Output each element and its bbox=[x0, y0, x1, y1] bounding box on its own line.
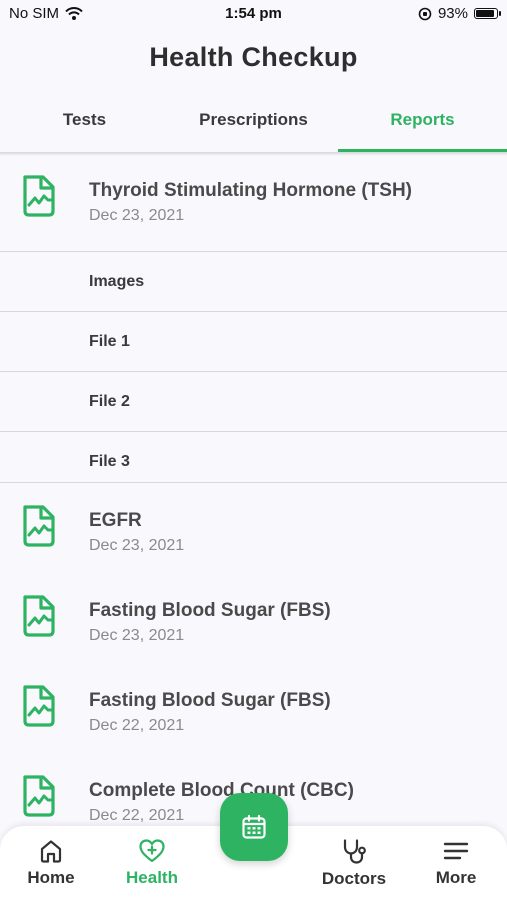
segment-tabs: Tests Prescriptions Reports bbox=[0, 94, 507, 152]
nav-home-label: Home bbox=[27, 868, 75, 887]
report-date: Dec 23, 2021 bbox=[89, 207, 185, 224]
tab-prescriptions[interactable]: Prescriptions bbox=[169, 94, 338, 152]
home-icon bbox=[40, 840, 62, 863]
report-title: Thyroid Stimulating Hormone (TSH) bbox=[89, 180, 412, 201]
orientation-lock-icon bbox=[418, 7, 432, 20]
document-report-icon bbox=[23, 775, 55, 817]
attachment-file-label: File 3 bbox=[89, 453, 130, 470]
tab-reports[interactable]: Reports bbox=[338, 94, 507, 152]
document-report-icon bbox=[23, 505, 55, 547]
status-right: 93% bbox=[418, 5, 501, 22]
stethoscope-icon bbox=[343, 839, 366, 864]
battery-fill bbox=[476, 10, 494, 17]
report-item[interactable]: EGFR Dec 23, 2021 bbox=[0, 490, 507, 580]
report-date: Dec 23, 2021 bbox=[89, 627, 185, 644]
calendar-icon bbox=[242, 814, 266, 839]
attachments-header: Images bbox=[0, 251, 507, 312]
status-bar: No SIM 1:54 pm 93% bbox=[0, 0, 507, 28]
nav-doctors[interactable]: Doctors bbox=[309, 838, 399, 889]
attachment-file-label: File 1 bbox=[89, 333, 130, 350]
heart-plus-icon bbox=[139, 839, 165, 863]
attachment-file[interactable]: File 2 bbox=[0, 371, 507, 432]
report-date: Dec 22, 2021 bbox=[89, 717, 185, 734]
nav-home[interactable]: Home bbox=[6, 838, 96, 888]
nav-more[interactable]: More bbox=[411, 838, 501, 888]
document-report-icon bbox=[23, 175, 55, 217]
page-title: Health Checkup bbox=[149, 42, 358, 72]
report-date: Dec 22, 2021 bbox=[89, 807, 185, 824]
report-item[interactable]: Fasting Blood Sugar (FBS) Dec 23, 2021 bbox=[0, 580, 507, 670]
document-report-icon bbox=[23, 685, 55, 727]
attachment-file-label: File 2 bbox=[89, 393, 130, 410]
nav-doctors-label: Doctors bbox=[321, 869, 387, 888]
tab-tests[interactable]: Tests bbox=[0, 94, 169, 152]
battery-percent: 93% bbox=[437, 5, 468, 22]
report-date: Dec 23, 2021 bbox=[89, 537, 185, 554]
nav-more-label: More bbox=[435, 868, 477, 887]
report-item[interactable]: Fasting Blood Sugar (FBS) Dec 22, 2021 bbox=[0, 670, 507, 760]
report-item[interactable]: Thyroid Stimulating Hormone (TSH) Dec 23… bbox=[0, 160, 507, 250]
tabs-divider bbox=[0, 152, 507, 156]
attachment-file[interactable]: File 3 bbox=[0, 431, 507, 483]
attachment-file[interactable]: File 1 bbox=[0, 311, 507, 372]
document-report-icon bbox=[23, 595, 55, 637]
report-title: EGFR bbox=[89, 510, 142, 531]
report-title: Fasting Blood Sugar (FBS) bbox=[89, 690, 331, 711]
calendar-fab-button[interactable] bbox=[220, 793, 288, 861]
report-title: Fasting Blood Sugar (FBS) bbox=[89, 600, 331, 621]
attachments-header-label: Images bbox=[89, 273, 145, 290]
menu-icon bbox=[443, 842, 469, 860]
report-title: Complete Blood Count (CBC) bbox=[89, 780, 354, 801]
nav-health-label: Health bbox=[126, 868, 178, 887]
battery-icon bbox=[474, 8, 501, 19]
nav-health[interactable]: Health bbox=[107, 838, 197, 888]
